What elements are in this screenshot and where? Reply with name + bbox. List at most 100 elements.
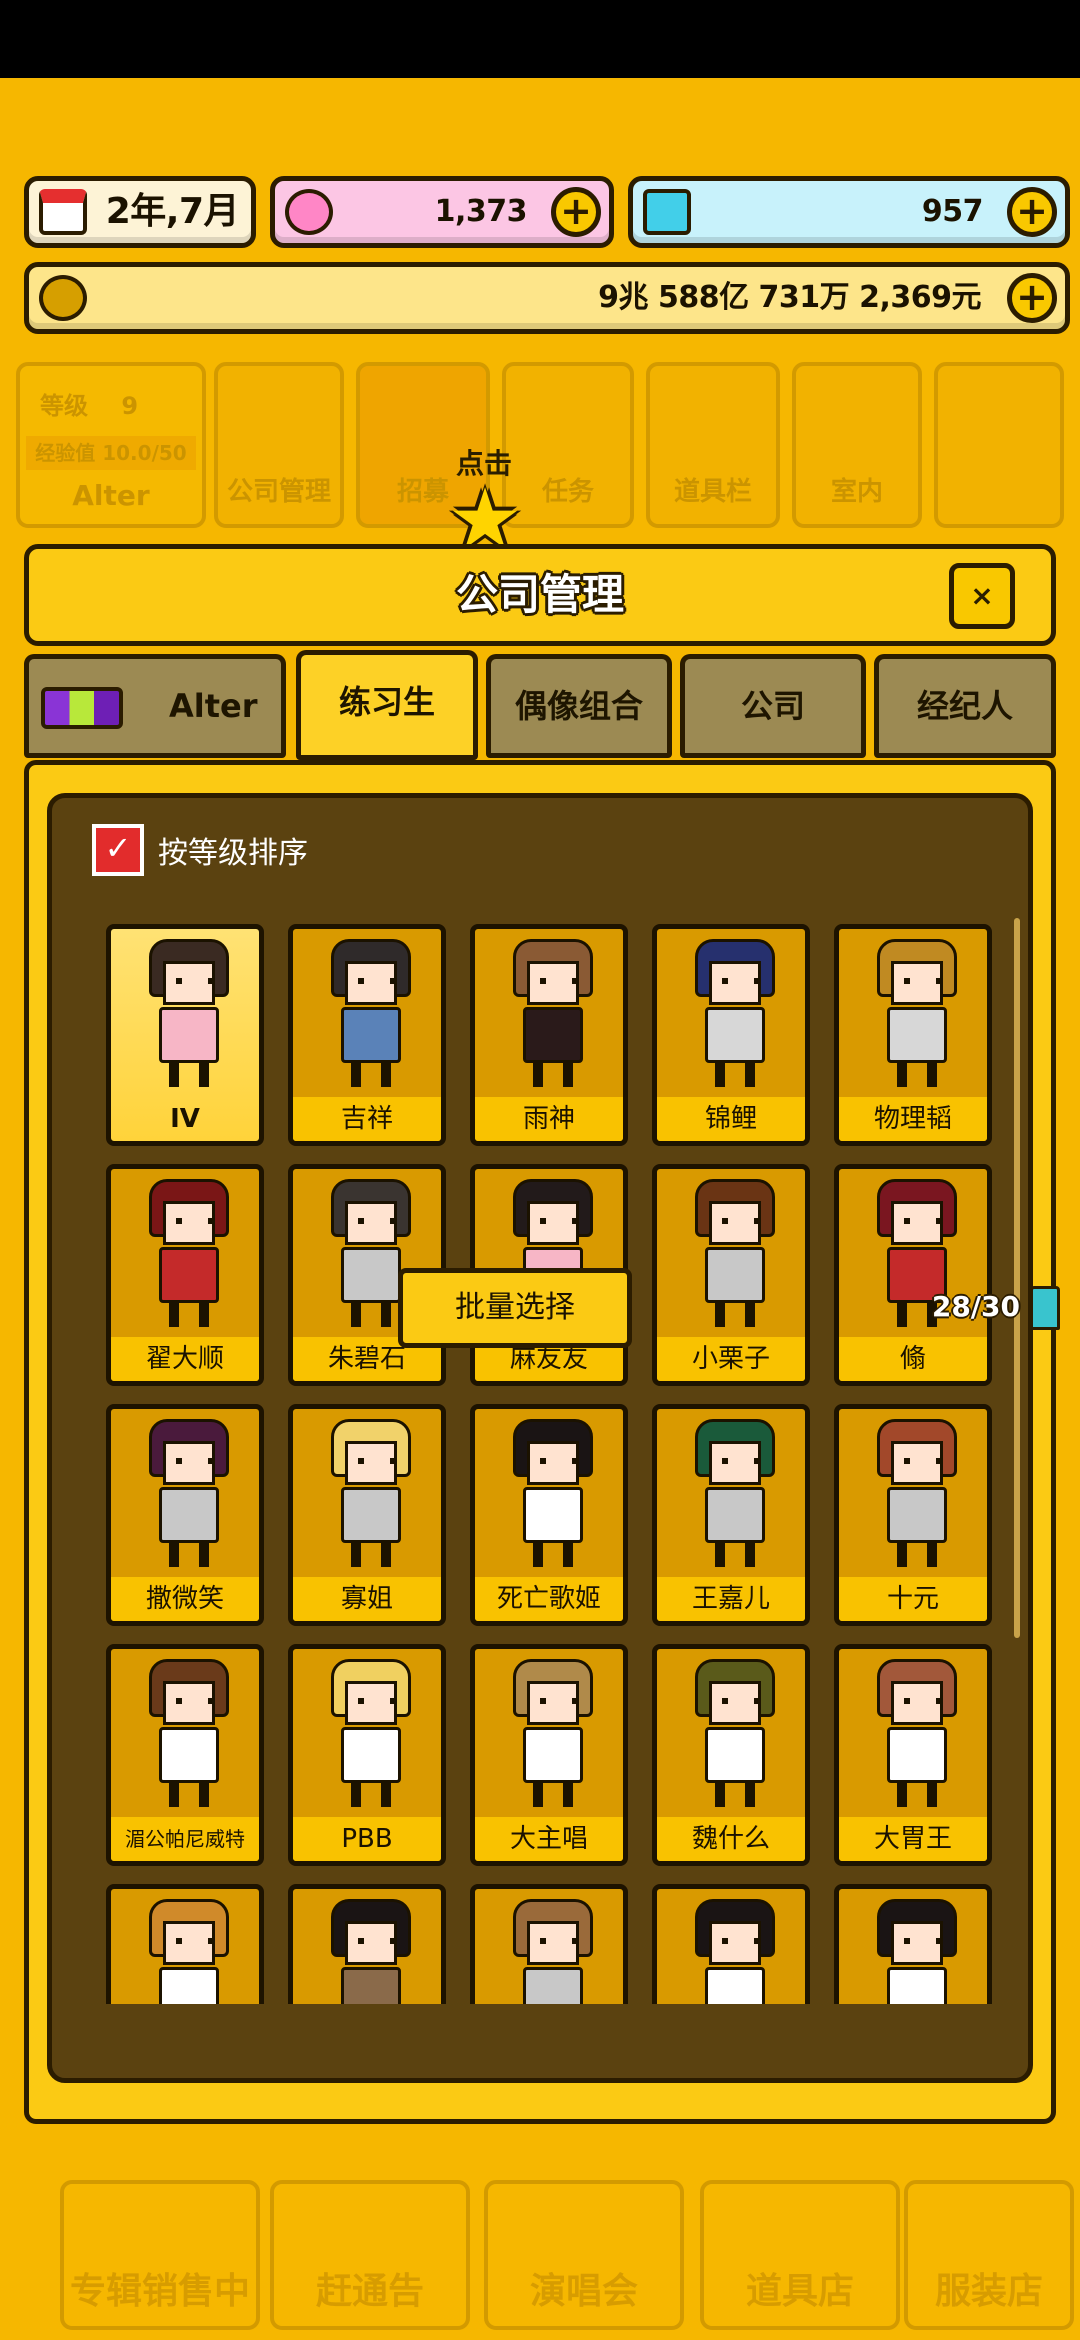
trainee-name: 锦鲤 — [657, 1097, 805, 1141]
trainee-avatar — [149, 1419, 229, 1569]
trainee-name: 寡姐 — [293, 1577, 441, 1621]
trainee-avatar — [695, 1419, 775, 1569]
company-mgmt-tile: 公司管理 — [214, 362, 344, 528]
trainee-avatar — [331, 939, 411, 1089]
trainee-card[interactable]: 十元 — [834, 1404, 992, 1626]
scrollbar[interactable] — [1014, 918, 1020, 1638]
trainee-name: 湄公帕尼威特 — [111, 1817, 259, 1861]
level-label: 等级 — [40, 392, 88, 420]
trainee-card[interactable]: 大主唱 — [470, 1644, 628, 1866]
interior-tile: 室内 — [792, 362, 922, 528]
trainee-avatar — [149, 1179, 229, 1329]
trainee-card[interactable] — [470, 1884, 628, 2004]
trainee-avatar — [149, 939, 229, 1089]
dialog-header: 公司管理 × — [24, 544, 1056, 646]
close-button[interactable]: × — [949, 563, 1015, 629]
tab-idol-group[interactable]: 偶像组合 — [486, 654, 672, 758]
trainee-card[interactable]: 寡姐 — [288, 1404, 446, 1626]
diamond-counter: 957 + — [628, 176, 1070, 248]
trainee-card[interactable] — [288, 1884, 446, 2004]
trainee-name: 雨神 — [475, 1097, 623, 1141]
trainee-name: IV — [170, 1104, 200, 1134]
trainee-card[interactable]: 翛 — [834, 1164, 992, 1386]
trainee-name: 撒微笑 — [111, 1577, 259, 1621]
tab-bar: Alter 练习生 偶像组合 公司 经纪人 — [24, 650, 1056, 760]
trainee-card[interactable]: 王嘉儿 — [652, 1404, 810, 1626]
trainee-grid: IV 吉祥 雨神 锦鲤 物理韬 翟大顺 朱碧石 麻友友 小栗子翛撒微笑 寡姐 死亡歌姬 王嘉儿 十元 湄公… — [106, 924, 994, 2004]
trainee-avatar — [331, 1419, 411, 1569]
trainee-card[interactable]: 翟大顺 — [106, 1164, 264, 1386]
trainee-avatar — [331, 1659, 411, 1809]
trainee-card[interactable]: 物理韬 — [834, 924, 992, 1146]
trainee-card[interactable]: 死亡歌姬 — [470, 1404, 628, 1626]
trainee-card[interactable] — [652, 1884, 810, 2004]
trainee-card[interactable]: 锦鲤 — [652, 924, 810, 1146]
dialog-panel: ✓ 按等级排序 IV 吉祥 雨神 锦鲤 物理韬 翟大顺 朱碧石 麻友友 小栗子翛撒微笑 寡姐 死亡歌… — [24, 760, 1056, 2124]
trainee-name: 物理韬 — [839, 1097, 987, 1141]
diamond-icon — [643, 189, 691, 235]
trainee-card[interactable]: 撒微笑 — [106, 1404, 264, 1626]
money-value: 9兆 588亿 731万 2,369元 — [598, 280, 981, 315]
status-bar — [0, 0, 1080, 78]
trainee-card[interactable]: 大胃王 — [834, 1644, 992, 1866]
tab-alter-label: Alter — [169, 687, 258, 725]
tab-agent[interactable]: 经纪人 — [874, 654, 1056, 758]
trainee-card[interactable] — [106, 1884, 264, 2004]
trainee-name: 翟大顺 — [111, 1337, 259, 1381]
sort-toggle[interactable]: ✓ 按等级排序 — [92, 820, 308, 880]
sort-label: 按等级排序 — [158, 836, 308, 871]
trainee-name: 魏什么 — [657, 1817, 805, 1861]
trainee-avatar — [513, 1419, 593, 1569]
trainee-avatar — [877, 1659, 957, 1809]
trainee-avatar — [513, 939, 593, 1089]
money-counter: 9兆 588亿 731万 2,369元 + — [24, 262, 1070, 334]
coin-icon — [39, 275, 87, 321]
bottom-nav: 专辑销售中 赶通告 演唱会 道具店 服装店 — [0, 2140, 1080, 2340]
trainee-name: 小栗子 — [657, 1337, 805, 1381]
date-value: 2年,7月 — [105, 191, 240, 232]
trainee-card[interactable]: 雨神 — [470, 924, 628, 1146]
nav-concert: 演唱会 — [484, 2180, 684, 2330]
trainee-card[interactable]: IV — [106, 924, 264, 1146]
gem-icon — [285, 189, 333, 235]
add-gems-button[interactable]: + — [551, 187, 601, 237]
trainee-avatar — [695, 1179, 775, 1329]
add-diamonds-button[interactable]: + — [1007, 187, 1057, 237]
trophy-icon — [1030, 1286, 1060, 1330]
trainee-card[interactable] — [834, 1884, 992, 2004]
trainee-name: 十元 — [839, 1577, 987, 1621]
nav-album: 专辑销售中 — [60, 2180, 260, 2330]
diamond-value: 957 — [921, 194, 984, 229]
trainee-name: 王嘉儿 — [657, 1577, 805, 1621]
trainee-name: 吉祥 — [293, 1097, 441, 1141]
trainee-card[interactable]: 湄公帕尼威特 — [106, 1644, 264, 1866]
tab-alter[interactable]: Alter — [24, 654, 286, 758]
trainee-avatar — [695, 939, 775, 1089]
batch-select-button[interactable]: 批量选择 — [398, 1268, 632, 1348]
trainee-avatar — [877, 1419, 957, 1569]
trainee-card[interactable]: PBB — [288, 1644, 446, 1866]
trainee-name: 死亡歌姬 — [475, 1577, 623, 1621]
trainee-name: 大主唱 — [475, 1817, 623, 1861]
nav-clothing-shop: 服装店 — [904, 2180, 1074, 2330]
nav-schedule: 赶通告 — [270, 2180, 470, 2330]
trainee-card[interactable]: 吉祥 — [288, 924, 446, 1146]
date-display: 2年,7月 — [24, 176, 256, 248]
trophy-tile — [934, 362, 1064, 528]
trainee-avatar — [331, 1899, 411, 2004]
trainee-card[interactable]: 魏什么 — [652, 1644, 810, 1866]
tab-trainee[interactable]: 练习生 — [296, 650, 478, 760]
level-value: 9 — [121, 392, 139, 420]
trainee-avatar — [149, 1899, 229, 2004]
trainee-avatar — [513, 1659, 593, 1809]
nav-item-shop: 道具店 — [700, 2180, 900, 2330]
trainee-card[interactable]: 小栗子 — [652, 1164, 810, 1386]
calendar-icon — [39, 189, 87, 235]
background-menu: 等级 9 经验值 10.0/50 Alter 公司管理 招募 任务 道具栏 室内 — [0, 362, 1080, 532]
tab-company[interactable]: 公司 — [680, 654, 866, 758]
add-money-button[interactable]: + — [1007, 273, 1057, 323]
trainee-name: 翛 — [839, 1337, 987, 1381]
checkbox-icon[interactable]: ✓ — [92, 824, 144, 876]
trainee-avatar — [695, 1659, 775, 1809]
trainee-avatar — [513, 1899, 593, 2004]
